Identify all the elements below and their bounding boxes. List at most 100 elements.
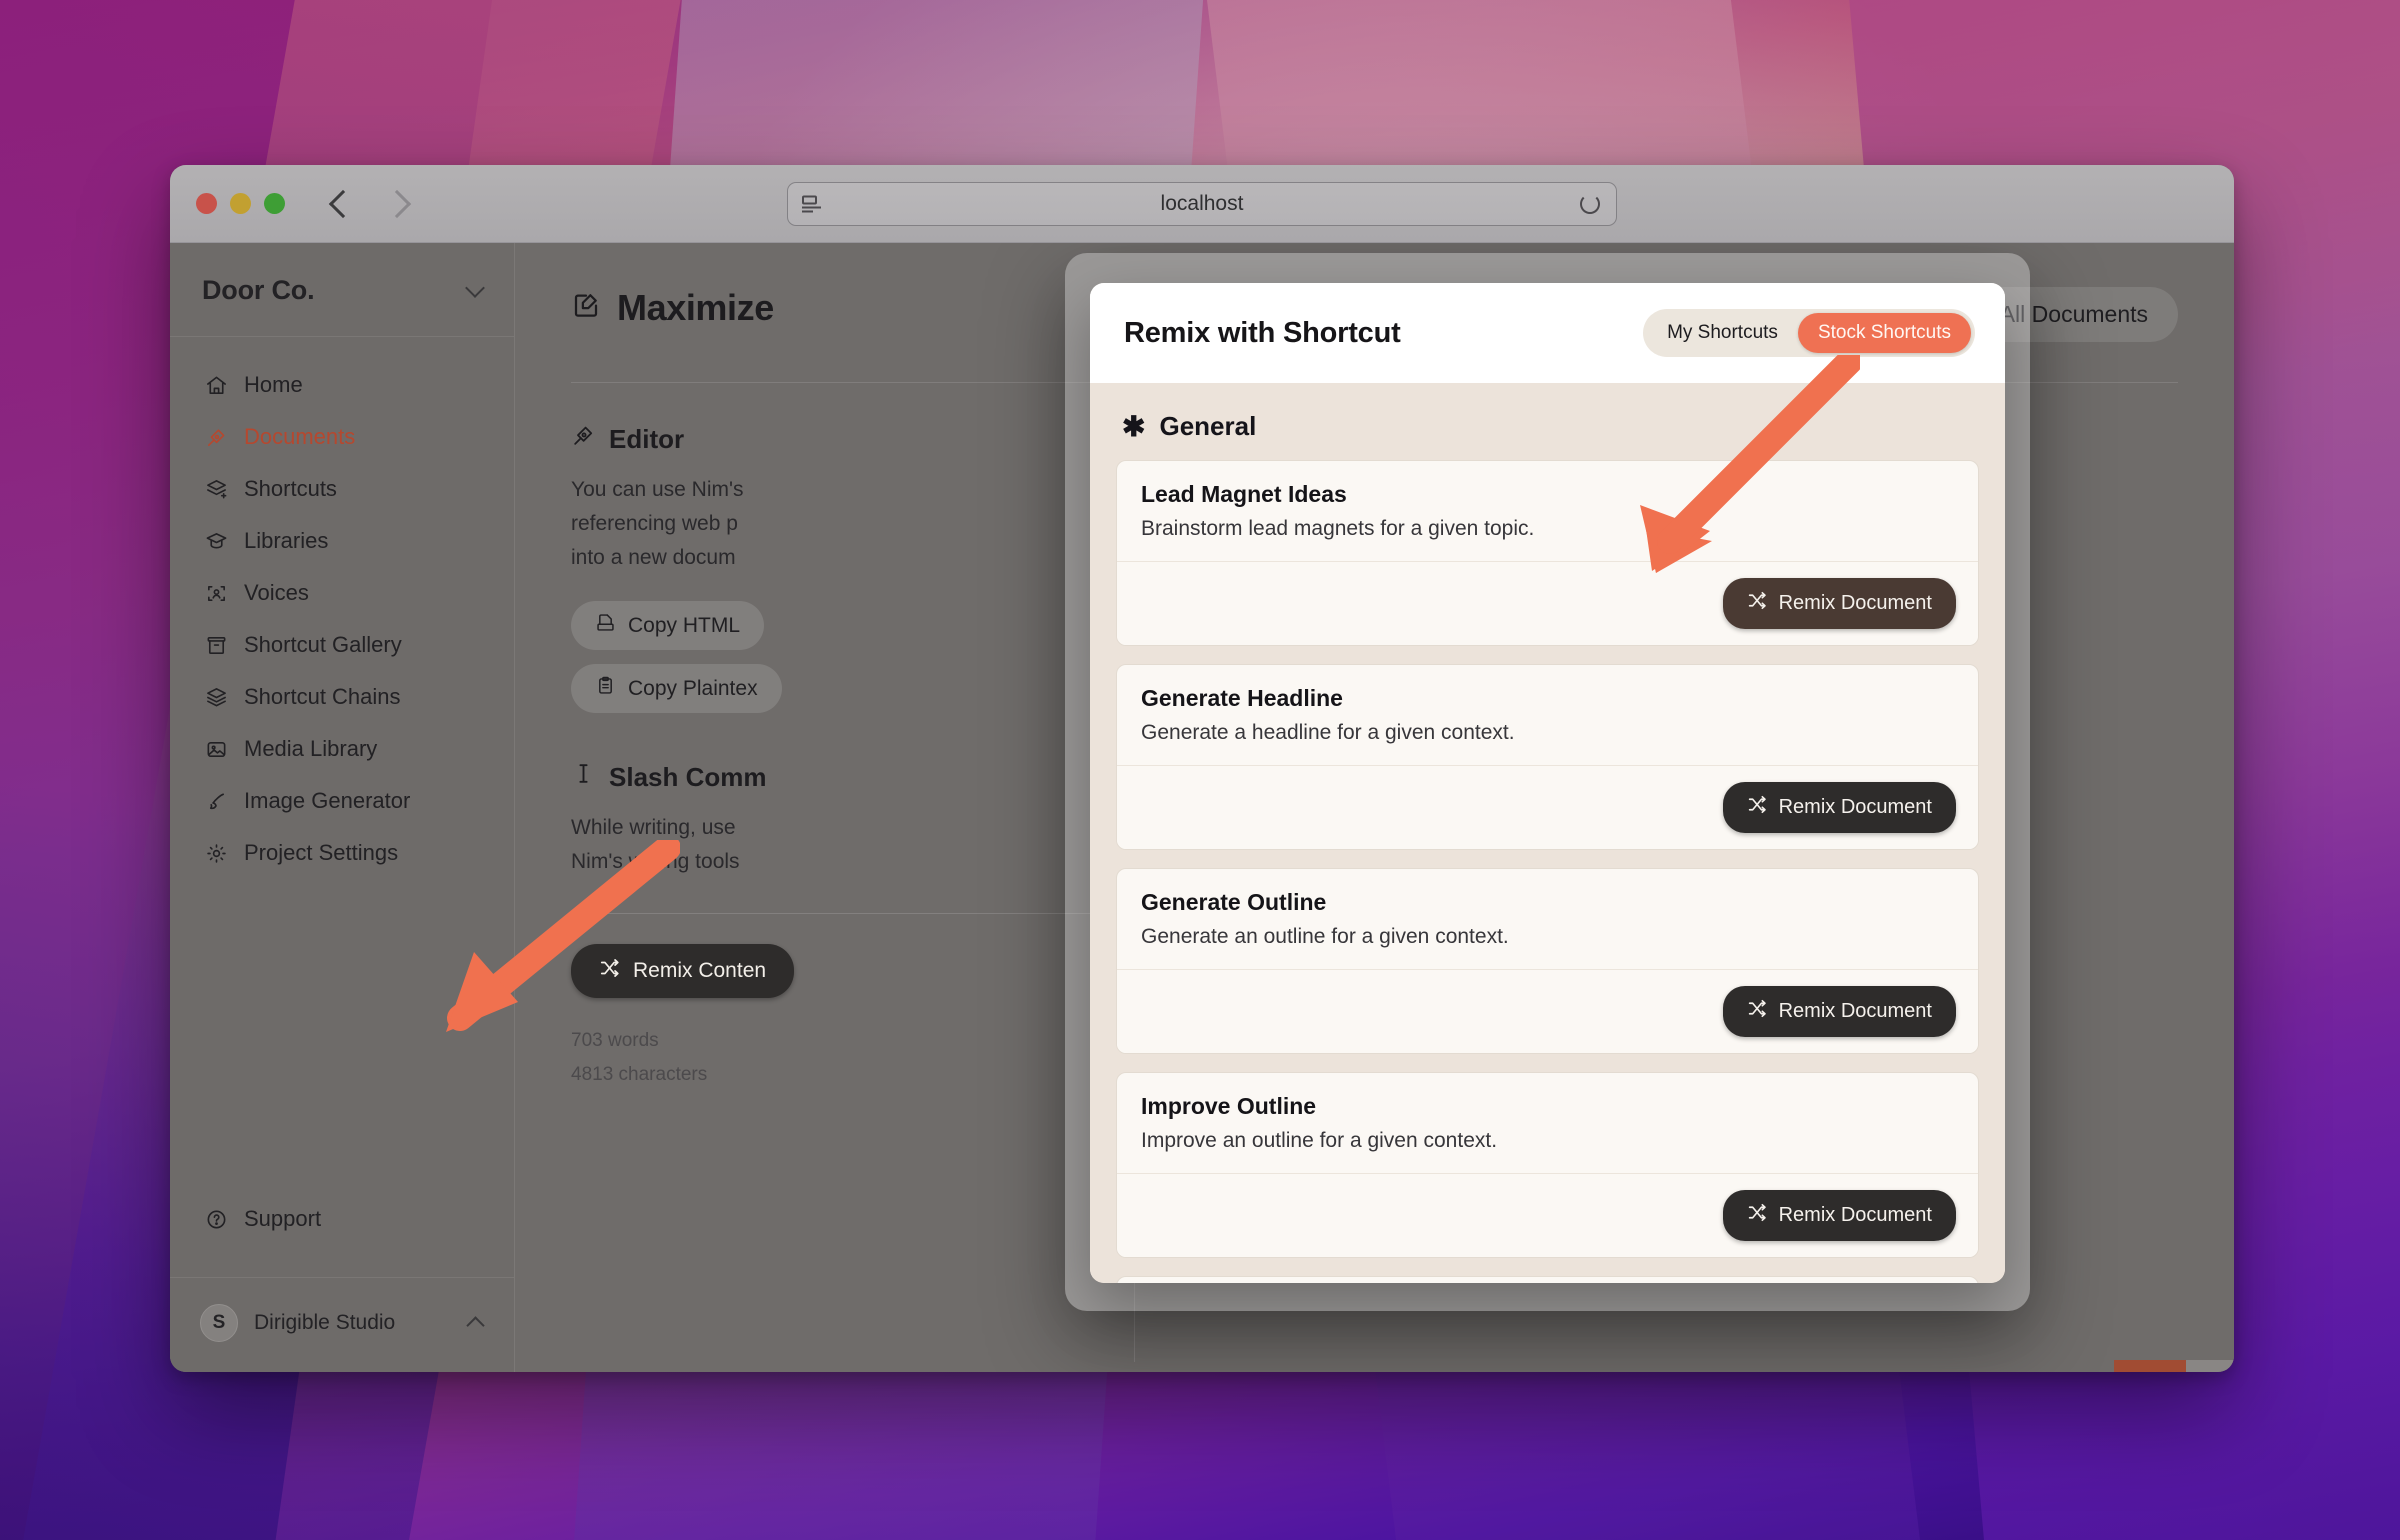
shortcut-title: Generate Headline (1141, 685, 1343, 711)
chevron-down-icon[interactable] (465, 277, 485, 298)
copy-plaintext-label: Copy Plaintex (628, 676, 758, 700)
shortcut-card[interactable]: Generate Outline Generate an outline for… (1116, 868, 1979, 1054)
image-icon (204, 737, 228, 761)
shuffle-icon (599, 957, 621, 985)
shortcut-title: Lead Magnet Ideas (1141, 481, 1347, 507)
sidebar-item-label: Image Generator (244, 788, 411, 813)
sidebar-item-label: Support (244, 1206, 322, 1231)
group-header-label: General (1159, 411, 1257, 441)
reload-icon[interactable] (1580, 193, 1600, 214)
sidebar-item-project-settings[interactable]: Project Settings (170, 827, 514, 879)
document-edit-icon (571, 287, 601, 329)
text-cursor-icon (571, 761, 596, 793)
shortcut-card[interactable]: Generate Headline Generate a headline fo… (1116, 664, 1979, 850)
character-count: 4813 characters (571, 1064, 708, 1086)
archive-box-icon (204, 633, 228, 657)
address-bar[interactable]: localhost (787, 181, 1617, 226)
shortcut-card[interactable]: Improve Prompt Improve a given prompt. R… (1116, 1276, 1979, 1283)
remix-document-label: Remix Document (1778, 592, 1932, 614)
remix-document-button[interactable]: Remix Document (1722, 782, 1956, 833)
copy-html-button[interactable]: Copy HTML (571, 601, 765, 651)
slash-description: While writing, use Nim's writing tools (571, 816, 740, 874)
sidebar-item-label: Shortcuts (244, 476, 337, 501)
sidebar-item-documents[interactable]: Documents (170, 411, 514, 463)
sidebar-item-support[interactable]: Support (170, 1193, 514, 1245)
tab-my-shortcuts[interactable]: My Shortcuts (1647, 313, 1798, 353)
browser-nav-buttons[interactable] (328, 189, 412, 218)
shortcut-card-actions: Remix Document (1117, 1173, 1978, 1257)
dialog-title: Remix with Shortcut (1124, 316, 1401, 349)
shortcut-card-actions: Remix Document (1117, 765, 1978, 849)
chevron-up-icon[interactable] (466, 1316, 485, 1335)
editor-heading-label: Editor (609, 423, 685, 454)
user-name: Dirigible Studio (254, 1311, 396, 1334)
shortcut-card-info: Improve Prompt Improve a given prompt. (1117, 1277, 1978, 1283)
zoom-window-button[interactable] (264, 193, 285, 214)
clipboard-icon (595, 675, 616, 702)
address-bar-text: localhost (1160, 191, 1244, 215)
shortcut-description: Improve an outline for a given context. (1141, 1129, 1498, 1152)
dialog-header: Remix with Shortcut My Shortcuts Stock S… (1090, 283, 2005, 383)
shuffle-icon (1747, 998, 1768, 1025)
editor-section-heading: Editor (571, 423, 1094, 455)
sidebar-item-libraries[interactable]: Libraries (170, 515, 514, 567)
sidebar-nav: Home Documents Shortcuts Libraries Voice… (170, 337, 514, 1193)
divider (571, 913, 1094, 915)
sidebar-item-shortcuts[interactable]: Shortcuts (170, 463, 514, 515)
group-header-general: ✱ General (1116, 405, 1979, 460)
copy-plaintext-button[interactable]: Copy Plaintex (571, 664, 782, 714)
shortcut-card[interactable]: Improve Outline Improve an outline for a… (1116, 1072, 1979, 1258)
html-file-icon (595, 612, 616, 639)
window-controls[interactable] (196, 193, 285, 214)
sidebar-item-shortcut-chains[interactable]: Shortcut Chains (170, 671, 514, 723)
slash-section-heading: Slash Comm (571, 761, 1094, 793)
sidebar-item-media-library[interactable]: Media Library (170, 723, 514, 775)
question-circle-icon (204, 1207, 228, 1231)
shuffle-icon (1747, 1202, 1768, 1229)
modal-backdrop-card: Remix with Shortcut My Shortcuts Stock S… (1065, 253, 2030, 1311)
sidebar-item-label: Shortcut Gallery (244, 632, 402, 657)
remix-content-label: Remix Conten (633, 959, 767, 983)
person-frame-icon (204, 581, 228, 605)
shortcut-card-info: Lead Magnet Ideas Brainstorm lead magnet… (1117, 461, 1978, 561)
sidebar-item-voices[interactable]: Voices (170, 567, 514, 619)
sidebar: Door Co. Home Documents Shortcuts Librar… (170, 243, 515, 1372)
close-window-button[interactable] (196, 193, 217, 214)
shortcut-card-actions: Remix Document (1117, 561, 1978, 645)
workspace-switcher[interactable]: Door Co. (170, 243, 514, 336)
shortcut-card-info: Generate Outline Generate an outline for… (1117, 869, 1978, 969)
remix-document-button[interactable]: Remix Document (1722, 578, 1956, 629)
gear-icon (204, 841, 228, 865)
app-root: Door Co. Home Documents Shortcuts Librar… (170, 243, 2234, 1372)
shortcuts-source-toggle[interactable]: My Shortcuts Stock Shortcuts (1643, 309, 1975, 357)
sidebar-item-label: Voices (244, 580, 309, 605)
pen-nib-icon (204, 425, 228, 449)
shortcut-card[interactable]: Lead Magnet Ideas Brainstorm lead magnet… (1116, 460, 1979, 646)
tab-stock-shortcuts[interactable]: Stock Shortcuts (1797, 313, 1971, 353)
forward-chevron-icon[interactable] (382, 189, 412, 218)
home-icon (204, 373, 228, 397)
browser-window: localhost Door Co. Home Documents Shortc… (170, 165, 2234, 1372)
browser-titlebar: localhost (170, 165, 2234, 243)
remix-document-button[interactable]: Remix Document (1722, 1190, 1956, 1241)
shortcut-title: Generate Outline (1141, 889, 1327, 915)
remix-document-label: Remix Document (1778, 796, 1932, 818)
dialog-body[interactable]: ✱ General Lead Magnet Ideas Brainstorm l… (1090, 383, 2005, 1283)
shuffle-icon (1747, 794, 1768, 821)
editor-description: You can use Nim's referencing web p into… (571, 478, 744, 570)
user-menu[interactable]: S Dirigible Studio (170, 1278, 514, 1372)
remix-document-button[interactable]: Remix Document (1722, 986, 1956, 1037)
sidebar-item-image-generator[interactable]: Image Generator (170, 775, 514, 827)
back-chevron-icon[interactable] (328, 189, 358, 218)
remix-document-label: Remix Document (1778, 1204, 1932, 1226)
sidebar-item-label: Media Library (244, 736, 378, 761)
workspace-name: Door Co. (202, 275, 315, 305)
sidebar-item-home[interactable]: Home (170, 359, 514, 411)
scroll-progress-indicator[interactable] (2114, 1360, 2234, 1372)
minimize-window-button[interactable] (230, 193, 251, 214)
sidebar-item-shortcut-gallery[interactable]: Shortcut Gallery (170, 619, 514, 671)
remix-content-button[interactable]: Remix Conten (571, 944, 795, 999)
remix-with-shortcut-dialog: Remix with Shortcut My Shortcuts Stock S… (1090, 283, 2005, 1283)
reader-view-icon[interactable] (802, 195, 821, 212)
editor-help-panel: Editor You can use Nim's referencing web… (515, 383, 1135, 1362)
